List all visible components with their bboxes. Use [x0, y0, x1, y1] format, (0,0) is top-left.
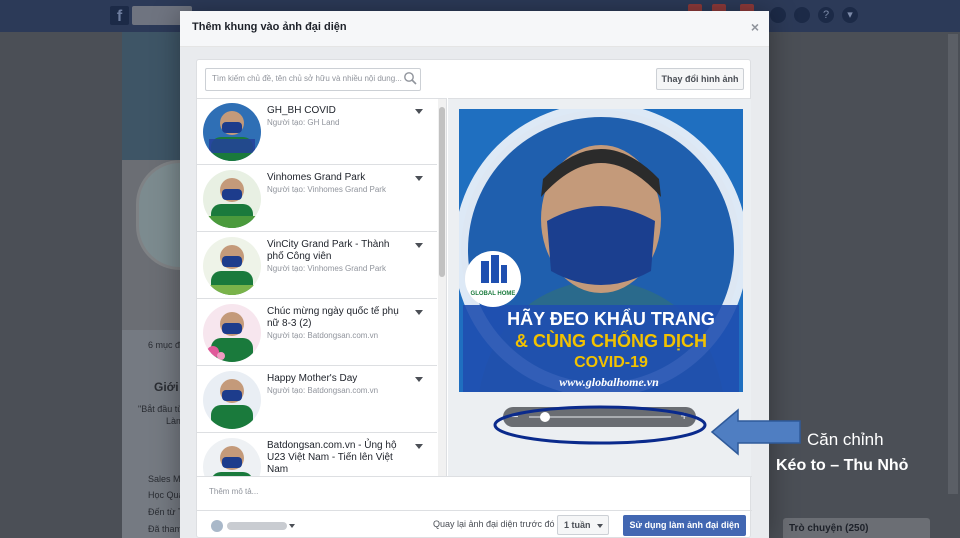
- frame-name: GH_BH COVID: [267, 105, 336, 116]
- use-as-profile-button[interactable]: Sử dụng làm ảnh đại diện: [623, 515, 746, 536]
- list-item[interactable]: GH_BH COVID Người tạo: GH Land: [197, 99, 437, 165]
- topbar-icons: ? ▾: [770, 7, 858, 23]
- blurred-user-name[interactable]: [227, 522, 287, 530]
- close-icon[interactable]: ×: [751, 19, 759, 35]
- revert-duration-select[interactable]: 1 tuần: [557, 515, 609, 535]
- frame-name: Happy Mother's Day: [267, 373, 358, 384]
- dialog-header: Thêm khung vào ảnh đại diện ×: [180, 11, 769, 47]
- list-item[interactable]: Chúc mừng ngày quốc tế phụ nữ 8-3 (2) Ng…: [197, 300, 437, 366]
- revert-duration-value: 1 tuần: [564, 520, 591, 530]
- zoom-in-icon[interactable]: +: [680, 408, 688, 423]
- dialog-title: Thêm khung vào ảnh đại diện: [192, 21, 347, 33]
- chevron-down-icon[interactable]: [289, 524, 295, 528]
- preview-area: GLOBAL HOME HÃY ĐEO KHẨU TRANG & CÙNG CH…: [448, 98, 751, 476]
- frame-name: Vinhomes Grand Park: [267, 172, 366, 183]
- preview-website: www.globalhome.vn: [559, 375, 659, 389]
- facebook-logo-icon[interactable]: f: [110, 6, 129, 25]
- intro-text: Sales Ma: [148, 474, 180, 484]
- intro-text: Đã tham: [148, 524, 180, 534]
- chevron-down-icon: [597, 524, 603, 528]
- intro-heading: Giới t: [154, 380, 180, 394]
- zoom-out-icon[interactable]: −: [511, 409, 519, 424]
- frame-thumbnail: [203, 371, 261, 429]
- zoom-track[interactable]: [529, 416, 671, 418]
- help-icon[interactable]: ?: [818, 7, 834, 23]
- intro-text: Làm: [166, 416, 180, 426]
- list-scrollbar[interactable]: [438, 99, 446, 476]
- preview-line-2: & CÙNG CHỐNG DỊCH: [515, 330, 707, 351]
- cover-photo: [122, 32, 180, 160]
- annotation-text: Căn chỉnh: [807, 430, 884, 449]
- dialog-footer: Quay lại ảnh đại diện trước đó 1 tuần Sử…: [197, 510, 752, 538]
- menu-chevron-icon[interactable]: ▾: [842, 7, 858, 23]
- zoom-slider[interactable]: − +: [503, 407, 696, 427]
- frame-panel: Tìm kiếm chủ đề, tên chủ sở hữu và nhiều…: [196, 59, 752, 538]
- preview-line-3: COVID-19: [574, 354, 648, 371]
- frame-list[interactable]: GH_BH COVID Người tạo: GH Land Vinhomes …: [197, 98, 447, 476]
- chevron-down-icon[interactable]: [415, 444, 423, 449]
- search-icon[interactable]: [403, 71, 417, 85]
- zoom-handle[interactable]: [539, 412, 550, 422]
- frame-thumbnail: [203, 103, 261, 161]
- frame-thumbnail: [203, 170, 261, 228]
- frame-thumbnail: [203, 237, 261, 295]
- revert-label: Quay lại ảnh đại diện trước đó: [433, 519, 555, 529]
- chevron-down-icon[interactable]: [415, 109, 423, 114]
- chevron-down-icon[interactable]: [415, 243, 423, 248]
- profile-preview[interactable]: GLOBAL HOME HÃY ĐEO KHẨU TRANG & CÙNG CH…: [459, 109, 743, 392]
- frame-search-input[interactable]: Tìm kiếm chủ đề, tên chủ sở hữu và nhiều…: [205, 68, 421, 91]
- intro-text: "Bắt đầu từ: [138, 404, 180, 414]
- chat-bar[interactable]: Trò chuyện (250): [783, 518, 930, 538]
- list-item[interactable]: Happy Mother's Day Người tạo: Batdongsan…: [197, 367, 437, 433]
- frame-author: Người tạo: Vinhomes Grand Park: [267, 185, 386, 194]
- preview-line-1: HÃY ĐEO KHẨU TRANG: [507, 308, 715, 329]
- frame-thumbnail: [203, 304, 261, 362]
- avatar[interactable]: [211, 520, 223, 532]
- list-item[interactable]: VinCity Grand Park - Thành phố Công viên…: [197, 233, 437, 299]
- add-frame-dialog: Thêm khung vào ảnh đại diện × Tìm kiếm c…: [180, 11, 769, 538]
- change-image-button[interactable]: Thay đổi hình ảnh: [656, 68, 744, 90]
- list-item[interactable]: Batdongsan.com.vn - Ủng hộ U23 Việt Nam …: [197, 434, 437, 476]
- chevron-down-icon[interactable]: [415, 176, 423, 181]
- intro-text: Học Quả: [148, 490, 180, 500]
- dialog-body: Tìm kiếm chủ đề, tên chủ sở hữu và nhiều…: [180, 47, 769, 538]
- chevron-down-icon[interactable]: [415, 377, 423, 382]
- description-input[interactable]: Thêm mô tả...: [197, 476, 752, 510]
- frame-name: Chúc mừng ngày quốc tế phụ nữ 8-3 (2): [267, 306, 399, 329]
- intro-text: 6 mục đ: [148, 340, 180, 350]
- friends-icon[interactable]: [770, 7, 786, 23]
- frame-thumbnail: [203, 438, 261, 476]
- frame-author: Người tạo: Batdongsan.com.vn: [267, 331, 379, 340]
- chevron-down-icon[interactable]: [415, 310, 423, 315]
- frame-author: Người tạo: Vinhomes Grand Park: [267, 264, 386, 273]
- frame-author: Người tạo: GH Land: [267, 118, 340, 127]
- logo-text: GLOBAL HOME: [471, 291, 516, 297]
- list-item[interactable]: Vinhomes Grand Park Người tạo: Vinhomes …: [197, 166, 437, 232]
- frame-name: VinCity Grand Park - Thành phố Công viên: [267, 239, 390, 262]
- annotation-text: Kéo to – Thu Nhỏ: [776, 457, 909, 474]
- frame-name: Batdongsan.com.vn - Ủng hộ U23 Việt Nam …: [267, 440, 397, 475]
- messenger-icon[interactable]: [794, 7, 810, 23]
- list-scrollbar-thumb[interactable]: [439, 107, 445, 277]
- frame-author: Người tạo: Batdongsan.com.vn: [267, 386, 379, 395]
- page-scrollbar[interactable]: [948, 34, 958, 494]
- intro-text: Đến từ T: [148, 507, 180, 517]
